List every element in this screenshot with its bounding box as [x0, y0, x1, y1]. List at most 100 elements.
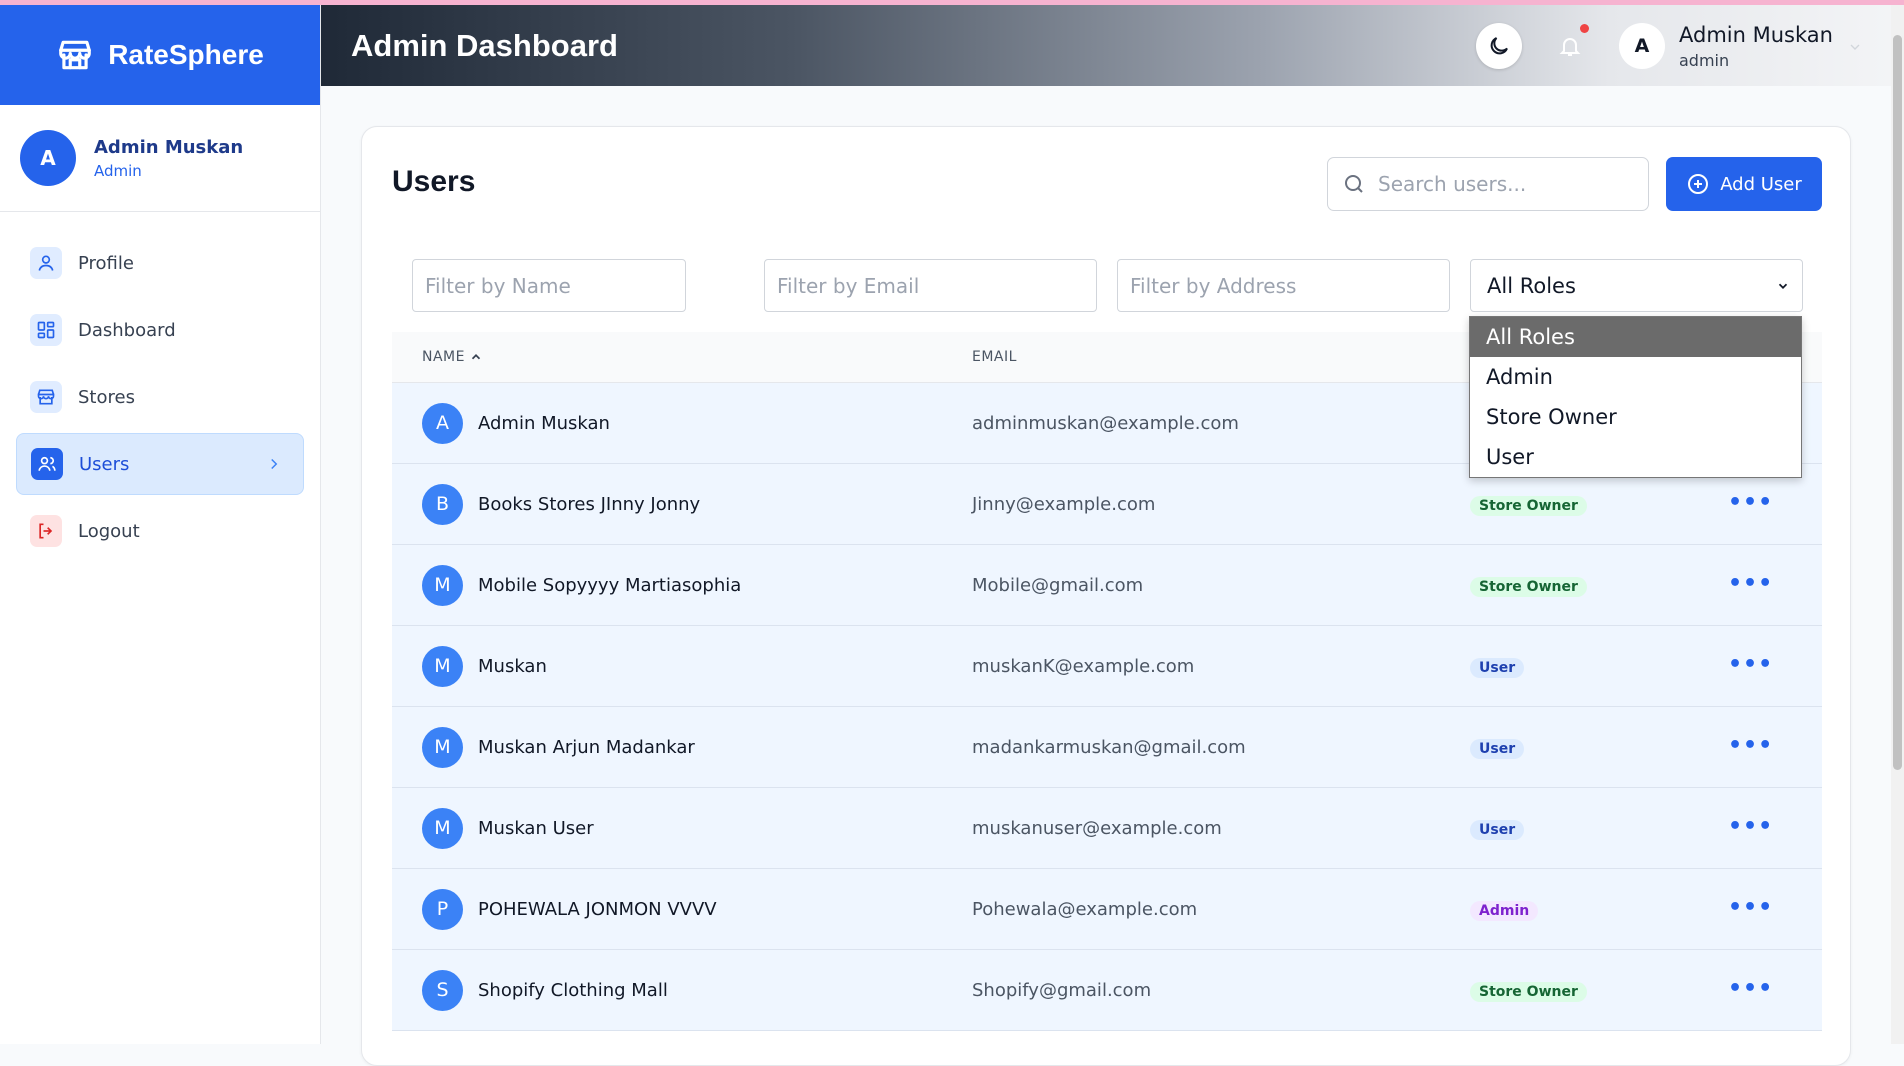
users-card: Users Add User All Roles NAME EMAIL A Ad… [361, 126, 1851, 1066]
user-email: Shopify@gmail.com [972, 979, 1152, 1001]
search-icon [1345, 175, 1363, 193]
filter-email-input[interactable] [764, 259, 1097, 312]
sidebar-item-profile[interactable]: Profile [16, 232, 304, 294]
add-user-button[interactable]: Add User [1666, 157, 1822, 211]
sidebar-item-stores[interactable]: Stores [16, 366, 304, 428]
chevron-right-icon [271, 458, 278, 470]
role-badge: Store Owner [1470, 577, 1587, 597]
user-name: Admin Muskan [478, 412, 610, 434]
avatar: M [422, 564, 463, 606]
avatar: S [422, 969, 463, 1011]
table-row[interactable]: P POHEWALA JONMON VVVV Pohewala@example.… [392, 869, 1822, 950]
more-actions-button[interactable]: ••• [1728, 814, 1773, 839]
user-name: Muskan [478, 655, 547, 677]
table-row[interactable]: M Muskan Arjun Madankar madankarmuskan@g… [392, 707, 1822, 788]
user-email: Mobile@gmail.com [972, 574, 1144, 596]
scrollbar-thumb[interactable] [1893, 35, 1902, 770]
sidebar-item-label: Logout [78, 520, 140, 542]
sidebar-profile: A Admin Muskan Admin [0, 105, 320, 212]
sidebar-item-users[interactable]: Users [16, 433, 304, 495]
avatar: B [422, 483, 463, 525]
user-name: Muskan Arjun Madankar [478, 736, 695, 758]
sidebar-user-role: Admin [94, 161, 142, 180]
table-row[interactable]: M Muskan User muskanuser@example.com Use… [392, 788, 1822, 869]
more-actions-button[interactable]: ••• [1728, 571, 1773, 596]
user-name: Mobile Sopyyyy Martiasophia [478, 574, 742, 596]
avatar: A [20, 130, 76, 186]
users-table-body: A Admin Muskan adminmuskan@example.com B… [392, 383, 1822, 1031]
brand-name: RateSphere [108, 39, 264, 70]
sidebar-item-label: Stores [78, 386, 135, 408]
page-scrollbar[interactable] [1891, 5, 1904, 1044]
user-email: muskanK@example.com [972, 655, 1195, 677]
brand-logo[interactable]: RateSphere [0, 5, 320, 105]
more-actions-button[interactable]: ••• [1728, 733, 1773, 758]
more-actions-button[interactable]: ••• [1728, 976, 1773, 1001]
role-filter-select[interactable]: All Roles [1470, 259, 1803, 312]
role-badge: User [1470, 658, 1525, 678]
column-name-header[interactable]: NAME [422, 349, 483, 365]
role-filter-value: All Roles [1487, 273, 1576, 298]
table-row[interactable]: M Muskan muskanK@example.com User ••• [392, 626, 1822, 707]
top-header: Admin Dashboard A Admin Muskan admin [321, 5, 1891, 86]
role-option-all[interactable]: All Roles [1470, 317, 1801, 357]
add-user-label: Add User [1720, 173, 1802, 195]
sidebar: RateSphere A Admin Muskan Admin Profile … [0, 5, 321, 1044]
role-badge: Store Owner [1470, 982, 1587, 1002]
more-actions-button[interactable]: ••• [1728, 490, 1773, 515]
role-option-admin[interactable]: Admin [1470, 357, 1801, 397]
theme-toggle-button[interactable] [1476, 23, 1522, 69]
search-box[interactable] [1327, 157, 1649, 211]
user-email: Pohewala@example.com [972, 898, 1198, 920]
role-option-store-owner[interactable]: Store Owner [1470, 397, 1801, 437]
sort-up-icon [471, 354, 481, 360]
role-dropdown-list: All Roles Admin Store Owner User [1469, 316, 1802, 478]
sidebar-item-label: Profile [78, 252, 134, 274]
column-email-header: EMAIL [972, 349, 1017, 365]
store-icon [30, 381, 62, 413]
sidebar-item-label: Dashboard [78, 319, 176, 341]
sidebar-item-dashboard[interactable]: Dashboard [16, 299, 304, 361]
avatar[interactable]: A [1619, 23, 1665, 69]
sidebar-user-name: Admin Muskan [94, 136, 244, 158]
user-email: madankarmuskan@gmail.com [972, 736, 1246, 758]
plus-circle-icon [1688, 174, 1709, 194]
user-email: Jinny@example.com [972, 493, 1156, 515]
store-icon [59, 40, 92, 70]
bell-icon [1559, 38, 1581, 56]
search-input[interactable] [1378, 172, 1628, 196]
more-actions-button[interactable]: ••• [1728, 895, 1773, 920]
grid-icon [30, 314, 62, 346]
users-icon [31, 448, 63, 480]
moon-icon [1490, 37, 1508, 55]
chevron-down-icon[interactable] [1847, 39, 1863, 55]
user-icon [30, 247, 62, 279]
user-name: Shopify Clothing Mall [478, 979, 668, 1001]
logout-icon [30, 515, 62, 547]
table-row[interactable]: S Shopify Clothing Mall Shopify@gmail.co… [392, 950, 1822, 1031]
section-title: Users [392, 165, 476, 198]
user-name: Muskan User [478, 817, 594, 839]
role-badge: Store Owner [1470, 496, 1587, 516]
page-title: Admin Dashboard [351, 27, 618, 63]
user-email: muskanuser@example.com [972, 817, 1222, 839]
role-badge: User [1470, 739, 1525, 759]
table-row[interactable]: M Mobile Sopyyyy Martiasophia Mobile@gma… [392, 545, 1822, 626]
sidebar-nav: Profile Dashboard Stores Users Logout [0, 212, 320, 587]
filter-address-input[interactable] [1117, 259, 1450, 312]
filter-name-input[interactable] [412, 259, 686, 312]
sidebar-item-logout[interactable]: Logout [16, 500, 304, 562]
user-name: Books Stores JInny Jonny [478, 493, 701, 515]
role-option-user[interactable]: User [1470, 437, 1801, 477]
header-user-role: admin [1679, 51, 1730, 70]
more-actions-button[interactable]: ••• [1728, 652, 1773, 677]
avatar: M [422, 645, 463, 687]
role-badge: Admin [1470, 901, 1539, 921]
sidebar-item-label: Users [79, 453, 130, 475]
avatar: M [422, 807, 463, 849]
role-badge: User [1470, 820, 1525, 840]
notification-dot [1580, 24, 1589, 33]
user-name: POHEWALA JONMON VVVV [478, 898, 717, 920]
header-user-name[interactable]: Admin Muskan [1679, 23, 1833, 47]
column-name-label: NAME [422, 349, 465, 365]
